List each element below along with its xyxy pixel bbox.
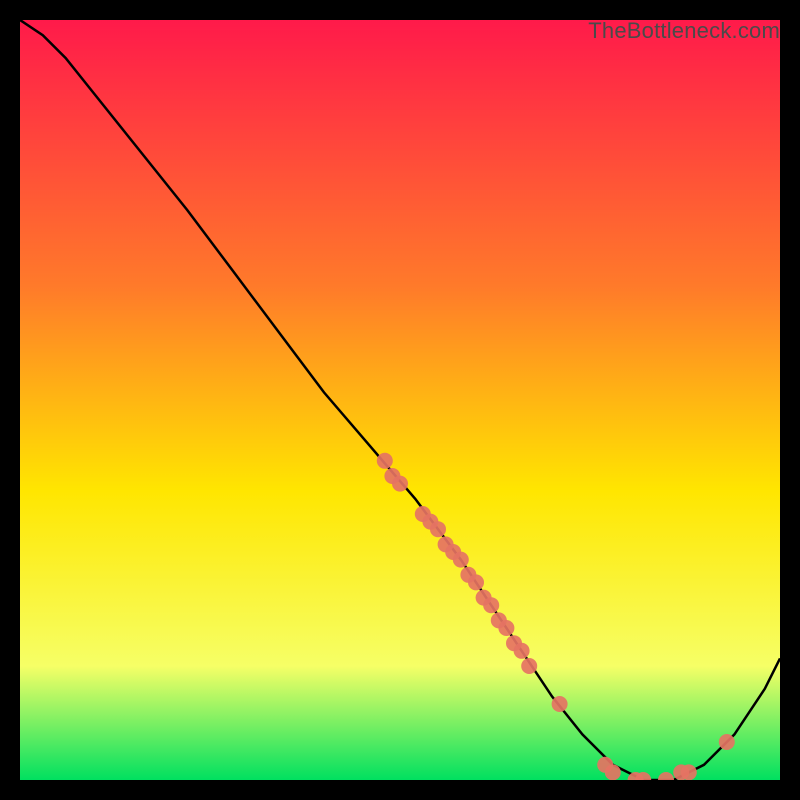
data-point [377,453,393,469]
chart-frame: TheBottleneck.com [20,20,780,780]
data-point [392,476,408,492]
data-point [521,658,537,674]
bottleneck-plot [20,20,780,780]
data-point [719,734,735,750]
data-point [605,764,621,780]
data-point [498,620,514,636]
data-point [552,696,568,712]
data-point [483,597,499,613]
data-point [453,552,469,568]
data-point [430,521,446,537]
data-point [514,643,530,659]
data-point [681,764,697,780]
watermark-text: TheBottleneck.com [588,18,780,44]
gradient-background [20,20,780,780]
data-point [468,574,484,590]
